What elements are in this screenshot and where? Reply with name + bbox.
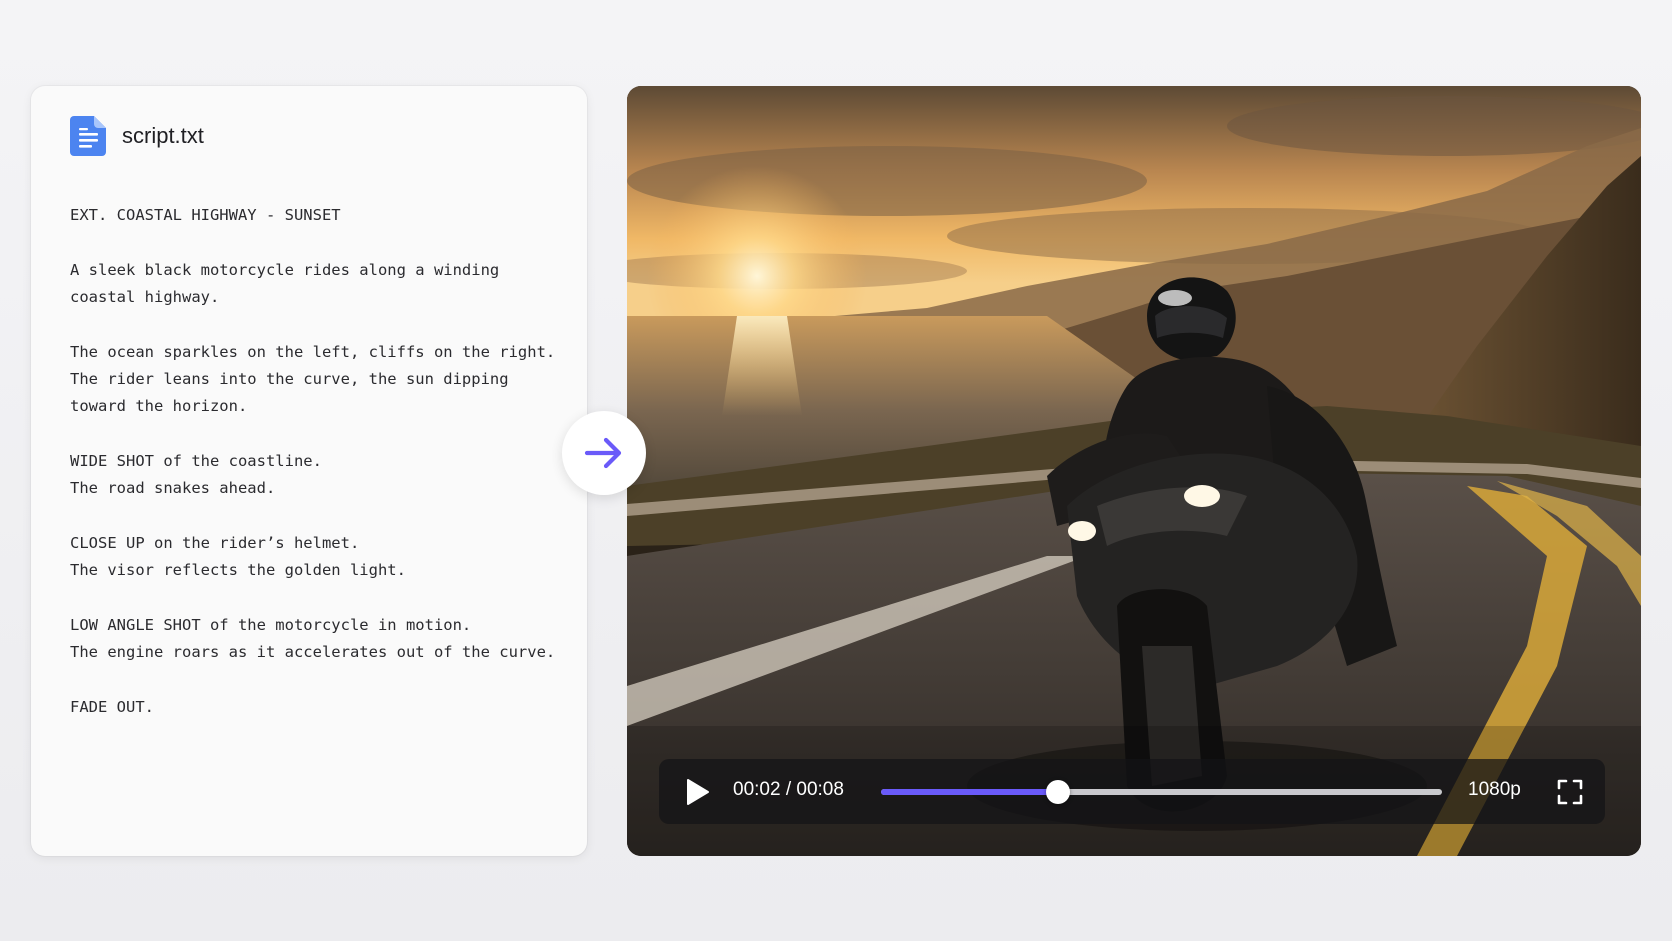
file-name: script.txt [122,123,204,148]
time-separator: / [780,779,797,800]
script-line: toward the horizon. [70,397,248,415]
script-block: LOW ANGLE SHOT of the motorcycle in moti… [70,612,570,666]
arrow-connector [562,411,646,495]
script-line: EXT. COASTAL HIGHWAY - SUNSET [70,206,341,224]
script-line: The engine roars as it accelerates out o… [70,643,556,661]
script-line: coastal highway. [70,288,220,306]
script-line: LOW ANGLE SHOT of the motorcycle in moti… [70,616,472,634]
video-frame [627,86,1641,856]
script-line: A sleek black motorcycle rides along a w… [70,261,500,279]
progress-thumb[interactable] [1045,780,1070,804]
progress-fill [881,789,1058,795]
script-card: script.txt EXT. COASTAL HIGHWAY - SUNSET… [31,86,587,856]
script-block: CLOSE UP on the rider’s helmet. The viso… [70,530,570,584]
script-block: FADE OUT. [70,694,570,721]
file-header: script.txt [70,116,204,156]
script-text: EXT. COASTAL HIGHWAY - SUNSET A sleek bl… [70,202,570,749]
play-icon[interactable] [685,778,711,806]
script-block: A sleek black motorcycle rides along a w… [70,257,570,311]
document-icon [70,116,106,156]
arrow-right-icon [584,437,622,469]
quality-selector[interactable]: 1080p [1468,779,1521,801]
page: script.txt EXT. COASTAL HIGHWAY - SUNSET… [0,0,1672,941]
time-display: 00:02 / 00:08 [733,779,844,801]
script-line: The visor reflects the golden light. [70,561,406,579]
current-time: 00:02 [733,779,781,800]
script-line: CLOSE UP on the rider’s helmet. [70,534,360,552]
script-block: WIDE SHOT of the coastline. The road sna… [70,448,570,502]
script-line: FADE OUT. [70,698,154,716]
script-line: The rider leans into the curve, the sun … [70,370,509,388]
player-controls: 00:02 / 00:08 1080p [659,759,1605,824]
script-line: The road snakes ahead. [70,479,276,497]
script-block: The ocean sparkles on the left, cliffs o… [70,339,570,420]
script-line: The ocean sparkles on the left, cliffs o… [70,343,556,361]
fullscreen-icon[interactable] [1557,779,1583,805]
script-block: EXT. COASTAL HIGHWAY - SUNSET [70,202,570,229]
progress-bar[interactable] [881,780,1442,804]
script-line: WIDE SHOT of the coastline. [70,452,322,470]
total-time: 00:08 [796,779,844,800]
video-player[interactable]: 00:02 / 00:08 1080p [627,86,1641,856]
